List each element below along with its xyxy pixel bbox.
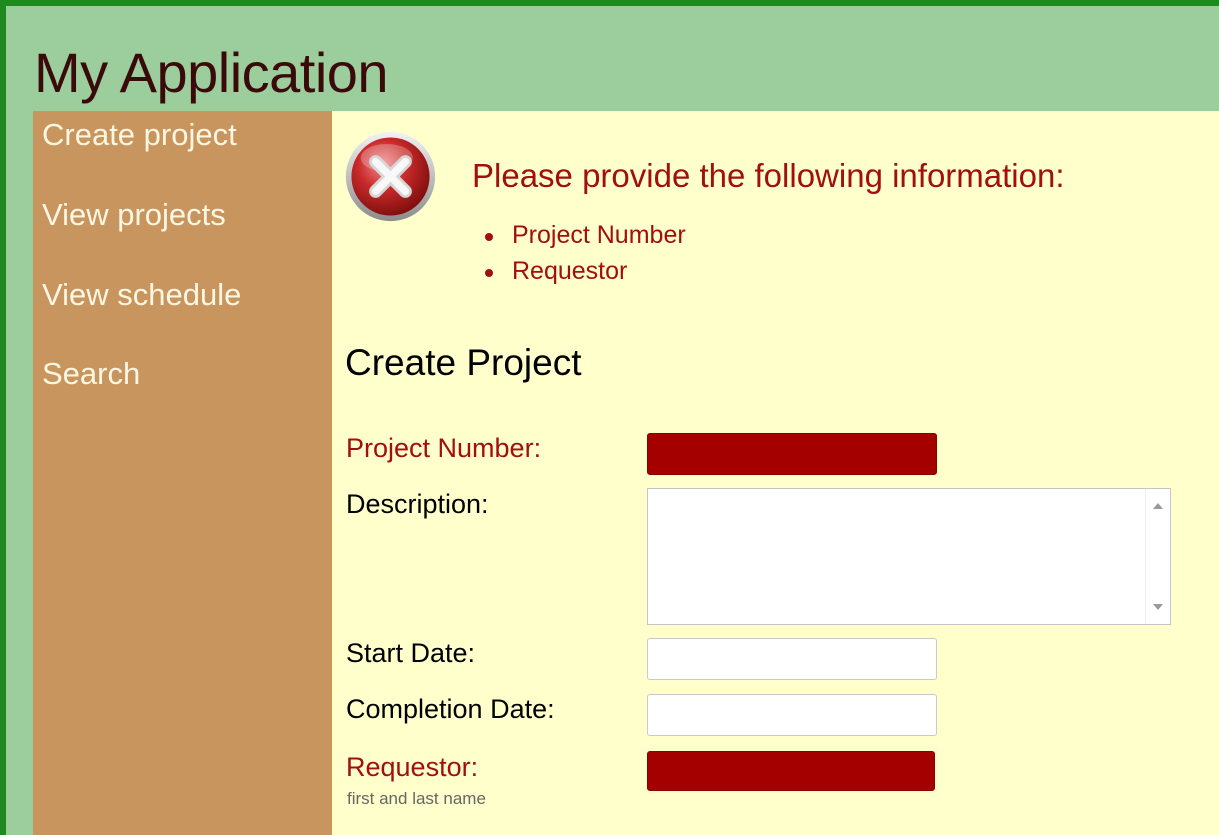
project-number-label: Project Number: [346, 433, 542, 463]
form-title: Create Project [345, 342, 582, 383]
main-content: Please provide the following information… [332, 111, 1219, 835]
validation-error-item: Project Number [480, 217, 686, 253]
app-title: My Application [34, 41, 389, 104]
description-label: Description: [346, 489, 489, 519]
scroll-down-arrow-icon[interactable] [1153, 604, 1163, 610]
completion-date-label: Completion Date: [346, 694, 555, 724]
sidebar-item-view-schedule[interactable]: View schedule [42, 277, 241, 313]
sidebar-item-search[interactable]: Search [42, 356, 140, 392]
requestor-input[interactable] [647, 751, 935, 791]
sidebar-item-view-projects[interactable]: View projects [42, 197, 226, 233]
project-number-input[interactable] [647, 433, 937, 475]
completion-date-input[interactable] [647, 694, 937, 736]
requestor-hint: first and last name [347, 789, 486, 808]
validation-heading: Please provide the following information… [472, 157, 1065, 194]
scroll-up-arrow-icon[interactable] [1153, 503, 1163, 509]
validation-error-list: Project Number Requestor [480, 217, 686, 289]
requestor-label: Requestor: [346, 752, 479, 782]
sidebar: Create project View projects View schedu… [33, 111, 332, 835]
description-textarea[interactable] [647, 488, 1171, 625]
error-x-icon [345, 131, 436, 222]
app-frame: My Application Create project View proje… [0, 0, 1219, 835]
description-scrollbar[interactable] [1145, 489, 1170, 624]
start-date-label: Start Date: [346, 638, 476, 668]
sidebar-item-create-project[interactable]: Create project [42, 117, 237, 153]
validation-error-item: Requestor [480, 253, 686, 289]
start-date-input[interactable] [647, 638, 937, 680]
